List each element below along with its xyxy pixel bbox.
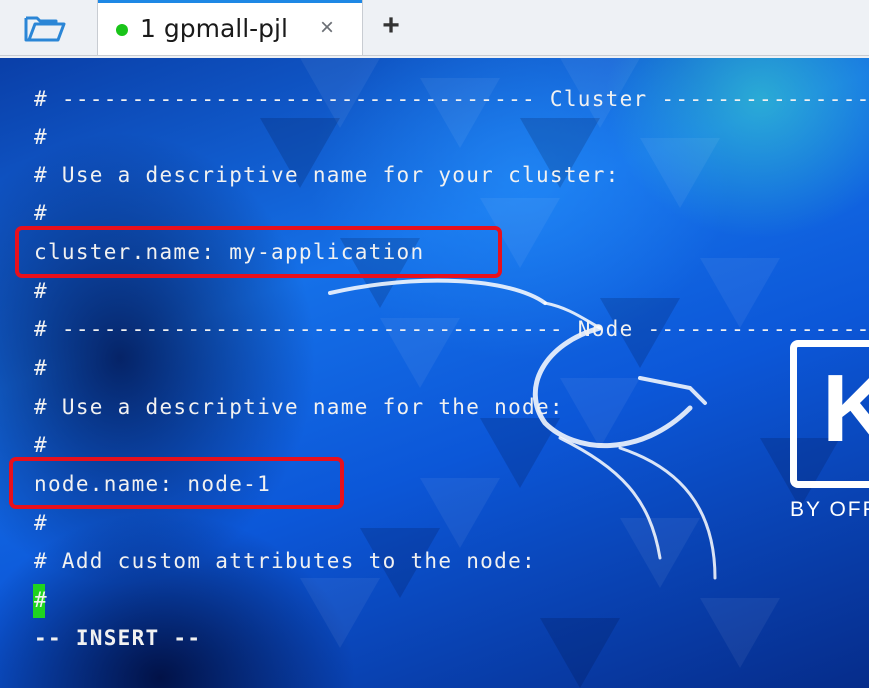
folder-open-icon — [24, 16, 66, 42]
connection-status-icon — [116, 24, 128, 36]
add-tab-button[interactable]: + — [376, 8, 406, 44]
terminal-line: # Use a descriptive name for your cluste… — [34, 163, 620, 187]
terminal-line: # Add custom attributes to the node: — [34, 549, 536, 573]
terminal-line: # — [34, 433, 48, 457]
terminal-line: # — [34, 125, 48, 149]
terminal-line: # — [34, 588, 48, 612]
tab-gpmall-pjl[interactable]: 1 gpmall-pjl × — [97, 0, 363, 55]
highlight-box-cluster-name — [15, 226, 502, 278]
terminal-line: # Use a descriptive name for the node: — [34, 395, 564, 419]
terminal-line: # — [34, 356, 48, 380]
terminal-line: # — [34, 279, 48, 303]
close-icon[interactable]: × — [320, 13, 334, 43]
highlight-box-node-name — [9, 457, 344, 509]
terminal-line: # ---------------------------------- Clu… — [34, 87, 869, 111]
tab-bar: 1 gpmall-pjl × + — [0, 0, 869, 56]
active-tab-indicator — [98, 0, 362, 3]
open-folder-button[interactable] — [16, 8, 74, 48]
wallpaper-pattern — [260, 58, 840, 688]
wallpaper-logo-letter: K — [822, 355, 869, 462]
terminal-line: # ------------------------------------ N… — [34, 317, 869, 341]
terminal-line: # — [34, 201, 48, 225]
vim-mode-indicator: -- INSERT -- — [34, 626, 202, 650]
terminal-line: # — [34, 511, 48, 535]
wallpaper-logo-subtitle: BY OFF — [790, 498, 869, 521]
tab-label: 1 gpmall-pjl — [140, 14, 288, 43]
terminal-view[interactable]: K BY OFF # -----------------------------… — [0, 58, 869, 688]
